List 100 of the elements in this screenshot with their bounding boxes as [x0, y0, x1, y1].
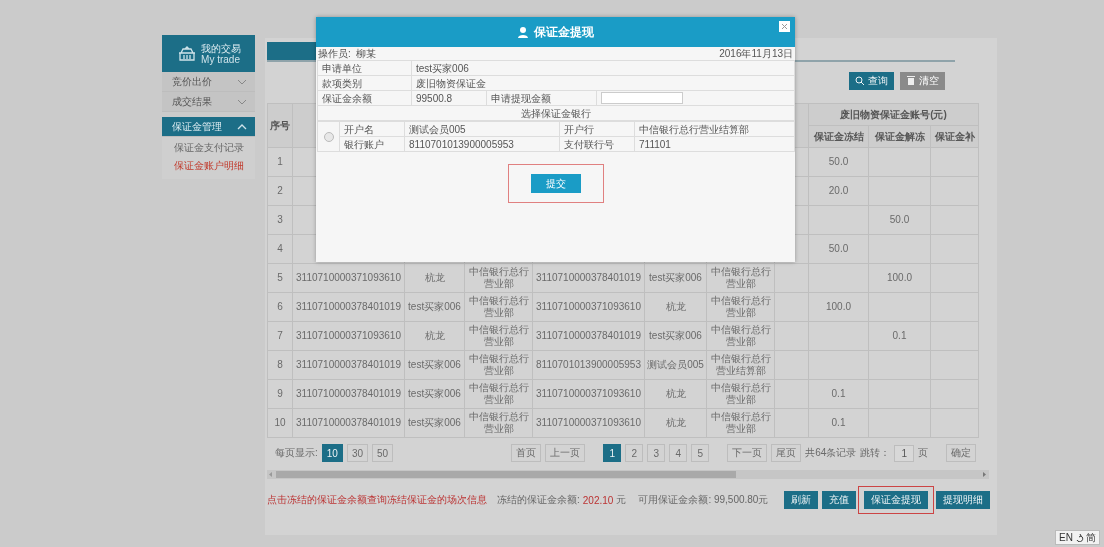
field-value: 711101: [634, 136, 795, 152]
footer-button[interactable]: 充值: [822, 491, 857, 509]
table-cell: 50.0: [868, 205, 931, 235]
table-cell: 8: [267, 350, 293, 380]
frozen-deposit-hint[interactable]: 点击冻结的保证金余额查询冻结保证金的场次信息: [267, 493, 487, 507]
radio-button[interactable]: [323, 131, 334, 142]
operator-name: 柳某: [355, 48, 376, 59]
table-cell: 3110710000378401019: [292, 350, 405, 380]
sidebar-item[interactable]: 成交结果: [162, 92, 255, 112]
footer-button[interactable]: 刷新: [784, 491, 819, 509]
table-cell: 3110710000371093610: [292, 263, 405, 293]
record-count: 共64条记录: [805, 446, 857, 460]
page-jump-field[interactable]: 1: [894, 444, 915, 462]
ime-mode[interactable]: 简: [1086, 530, 1096, 545]
footer-button[interactable]: 保证金提现: [864, 491, 929, 509]
first-page-button[interactable]: 首页: [511, 444, 542, 462]
table-cell: 10: [267, 408, 293, 438]
table-cell: 20.0: [808, 176, 869, 206]
basket-icon: [176, 45, 197, 62]
horizontal-scrollbar[interactable]: [267, 470, 989, 479]
table-cell: test买家006: [644, 263, 707, 293]
table-cell: 6: [267, 292, 293, 322]
table-cell: 3110710000378401019: [292, 408, 405, 438]
column-group-header: 废旧物资保证金账号(元): [808, 103, 979, 126]
page-number[interactable]: 1: [603, 444, 622, 462]
footer-button[interactable]: 提现明细: [936, 491, 991, 509]
table-cell: 测试会员005: [644, 350, 707, 380]
table-cell: 中信银行总行营业部: [464, 292, 533, 322]
jump-label: 跳转：: [860, 446, 891, 460]
table-cell: 杭龙: [644, 379, 707, 409]
table-cell: 中信银行总行营业部: [706, 408, 775, 438]
last-page-button[interactable]: 尾页: [771, 444, 802, 462]
table-cell: 杭龙: [404, 263, 465, 293]
field-label: 申请提现金额: [486, 90, 597, 106]
chevron-down-icon: [237, 97, 247, 106]
submit-button[interactable]: 提交: [530, 174, 581, 193]
field-value: test买家006: [411, 60, 795, 76]
table-cell: 7: [267, 321, 293, 351]
page-number[interactable]: 5: [691, 444, 710, 462]
sidebar-title: 我的交易: [200, 42, 241, 54]
page-size-option[interactable]: 10: [321, 444, 343, 462]
table-cell: 中信银行总行营业部: [706, 292, 775, 322]
person-icon: [517, 26, 529, 38]
table-cell: 杭龙: [404, 321, 465, 351]
table-cell: 1: [267, 147, 293, 177]
sidebar-item[interactable]: 保证金管理: [162, 117, 255, 137]
table-cell: 中信银行总行营业部: [706, 263, 775, 293]
table-cell: 0.1: [868, 321, 931, 351]
table-cell: 3: [267, 205, 293, 235]
table-cell: 中信银行总行营业部: [464, 408, 533, 438]
confirm-button[interactable]: 确定: [946, 444, 977, 462]
table-cell: test买家006: [404, 379, 465, 409]
table-cell: 中信银行总行营业部: [464, 263, 533, 293]
field-value: 中信银行总行营业结算部: [634, 121, 795, 137]
page-size-option[interactable]: 50: [372, 444, 394, 462]
frozen-balance-value[interactable]: 202.10: [582, 494, 614, 506]
column-header: 序号: [267, 103, 293, 148]
table-cell: 中信银行总行营业部: [706, 321, 775, 351]
chevron-up-icon: [237, 122, 247, 131]
page-number[interactable]: 3: [647, 444, 666, 462]
table-cell: 9: [267, 379, 293, 409]
field-label: 保证金余额: [317, 90, 412, 106]
page-unit-label: 页: [918, 446, 929, 460]
table-cell: 3110710000371093610: [292, 321, 405, 351]
field-value: 测试会员005: [404, 121, 560, 137]
table-cell: 5: [267, 263, 293, 293]
field-value: 8110701013900005953: [404, 136, 560, 152]
table-cell: 0.1: [808, 408, 869, 438]
frozen-balance-label: 冻结的保证金余额:: [497, 493, 580, 507]
table-cell: 杭龙: [644, 292, 707, 322]
withdraw-amount-field[interactable]: [601, 92, 683, 104]
field-value: 废旧物资保证金: [411, 75, 795, 91]
search-button[interactable]: 查询: [849, 72, 894, 90]
table-cell: 中信银行总行营业部: [464, 321, 533, 351]
available-balance: 可用保证金余额: 99,500.80元: [638, 493, 769, 507]
table-cell: 中信银行总行营业部: [464, 379, 533, 409]
clear-button[interactable]: 清空: [900, 72, 945, 90]
table-cell: 2: [267, 176, 293, 206]
field-label: 开户名: [339, 121, 405, 137]
close-button[interactable]: [779, 21, 790, 32]
table-cell: 中信银行总行营业部: [464, 350, 533, 380]
section-title: 选择保证金银行: [317, 105, 795, 121]
trash-icon: [906, 76, 916, 86]
table-cell: 8110701013900005953: [532, 350, 645, 380]
table-cell: 100.0: [868, 263, 931, 293]
table-cell: 中信银行总行营业结算部: [706, 350, 775, 380]
ime-language[interactable]: EN: [1059, 532, 1073, 543]
sidebar-subitem[interactable]: 保证金支付记录: [173, 141, 244, 155]
sidebar-subitem[interactable]: 保证金账户明细: [173, 159, 244, 173]
page-number[interactable]: 2: [625, 444, 644, 462]
sidebar-item[interactable]: 竞价出价: [162, 72, 255, 92]
page-size-option[interactable]: 30: [346, 444, 369, 462]
table-cell: test买家006: [404, 350, 465, 380]
field-label: 开户行: [559, 121, 635, 137]
page-number[interactable]: 4: [669, 444, 688, 462]
table-cell: 50.0: [808, 234, 869, 264]
field-label: 银行账户: [339, 136, 405, 152]
table-cell: 3110710000378401019: [532, 263, 645, 293]
table-cell: 4: [267, 234, 293, 264]
table-cell: 0.1: [808, 379, 869, 409]
